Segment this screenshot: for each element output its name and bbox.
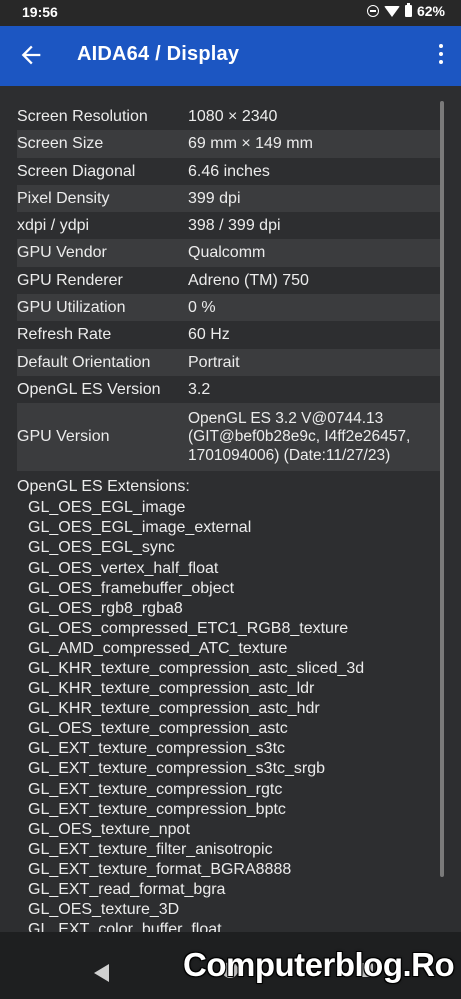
status-icons: 62% [366, 3, 445, 19]
extension-item: GL_EXT_read_format_bgra [28, 881, 226, 899]
info-row: Screen Diagonal 6.46 inches [17, 158, 440, 185]
info-row-label: xdpi / ydpi [17, 217, 90, 235]
extension-item: GL_KHR_texture_compression_astc_ldr [28, 680, 315, 698]
extension-item: GL_EXT_texture_compression_bptc [28, 800, 286, 818]
extension-item: GL_OES_EGL_sync [28, 539, 175, 557]
info-row: GPU Vendor Qualcomm [17, 239, 440, 267]
extension-item: GL_KHR_texture_compression_astc_sliced_3… [28, 660, 365, 678]
info-row-label: GPU Version [17, 428, 110, 446]
info-row-label: Screen Diagonal [17, 162, 136, 180]
watermark: Computerblog.Ro [183, 946, 455, 983]
scrollbar[interactable] [440, 101, 444, 877]
info-row: GPU Utilization 0 % [17, 294, 440, 322]
info-row-label: GPU Renderer [17, 271, 123, 289]
info-row-value: 398 / 399 dpi [188, 217, 281, 235]
info-row-value: 0 % [188, 299, 216, 317]
extensions-list: GL_OES_EGL_image GL_OES_EGL_image_externa… [17, 498, 440, 932]
extension-item: GL_OES_texture_compression_astc [28, 720, 288, 738]
info-row-value: 399 dpi [188, 189, 241, 207]
extension-item: GL_EXT_texture_compression_s3tc_srgb [28, 760, 326, 778]
extensions-heading: OpenGL ES Extensions: [17, 478, 190, 496]
info-row: Refresh Rate 60 Hz [17, 321, 440, 348]
info-row-value: 69 mm × 149 mm [188, 135, 313, 153]
extension-item: GL_OES_framebuffer_object [28, 579, 235, 597]
wifi-icon [383, 5, 400, 17]
extension-item: GL_OES_EGL_image_external [28, 519, 252, 537]
info-row-label: Refresh Rate [17, 326, 112, 344]
extension-item: GL_EXT_color_buffer_float [28, 921, 222, 932]
battery-percent: 62% [416, 3, 445, 19]
battery-icon [404, 3, 412, 17]
info-row: GPU Version OpenGL ES 3.2 V@0744.13 (GIT@… [17, 403, 440, 472]
extension-item: GL_KHR_texture_compression_astc_hdr [28, 700, 320, 718]
info-row: Default Orientation Portrait [17, 348, 440, 376]
extension-item: GL_EXT_texture_filter_anisotropic [28, 840, 273, 858]
info-row-label: Default Orientation [17, 353, 151, 371]
extension-item: GL_EXT_texture_compression_s3tc [28, 740, 286, 758]
info-row-label: GPU Vendor [17, 244, 107, 262]
info-row-value: 3.2 [188, 380, 211, 398]
extension-item: GL_OES_texture_3D [28, 901, 180, 919]
info-row-value: Adreno (TM) 750 [188, 271, 309, 289]
extension-item: GL_EXT_texture_format_BGRA8888 [28, 860, 292, 878]
info-row-value: OpenGL ES 3.2 V@0744.13 (GIT@bef0b28e9c,… [188, 409, 411, 464]
info-row: OpenGL ES Version 3.2 [17, 376, 440, 403]
back-arrow-icon[interactable] [17, 41, 45, 69]
app-bar: AIDA64 / Display [0, 26, 461, 86]
extension-item: GL_OES_compressed_ETC1_RGB8_texture [28, 619, 349, 637]
info-row-label: Screen Resolution [17, 108, 148, 125]
extension-item: GL_AMD_compressed_ATC_texture [28, 639, 288, 657]
info-row-value: 6.46 inches [188, 162, 270, 180]
extension-item: GL_OES_EGL_image [28, 499, 186, 517]
page-title: AIDA64 / Display [77, 43, 240, 65]
info-row-label: Pixel Density [17, 189, 110, 207]
info-row: Screen Size 69 mm × 149 mm [17, 130, 440, 158]
info-row-value: Portrait [188, 353, 240, 371]
info-table: Screen Resolution 1080 × 2340 Screen Size 6… [17, 103, 440, 932]
status-bar: 19:56 62% [0, 0, 461, 26]
info-row-label: GPU Utilization [17, 299, 126, 317]
info-row-label: Screen Size [17, 135, 104, 153]
extension-item: GL_EXT_texture_compression_rgtc [28, 780, 283, 798]
status-time: 19:56 [22, 4, 58, 20]
info-row-label: OpenGL ES Version [17, 380, 161, 398]
display-info-panel[interactable]: Screen Resolution 1080 × 2340 Screen Size 6… [0, 86, 461, 932]
info-row-value: 60 Hz [188, 326, 230, 344]
extension-item: GL_OES_vertex_half_float [28, 559, 219, 577]
info-row-value: 1080 × 2340 [188, 108, 278, 125]
overflow-menu-icon[interactable] [435, 44, 447, 68]
info-row: xdpi / ydpi 398 / 399 dpi [17, 212, 440, 239]
info-row: Pixel Density 399 dpi [17, 184, 440, 213]
info-row-value: Qualcomm [188, 244, 266, 262]
extension-item: GL_OES_texture_npot [28, 820, 190, 838]
nav-back-icon[interactable] [94, 964, 109, 982]
info-row: Screen Resolution 1080 × 2340 [17, 103, 440, 130]
dnd-icon [366, 5, 379, 17]
info-row: GPU Renderer Adreno (TM) 750 [17, 267, 440, 294]
extension-item: GL_OES_rgb8_rgba8 [28, 599, 183, 617]
